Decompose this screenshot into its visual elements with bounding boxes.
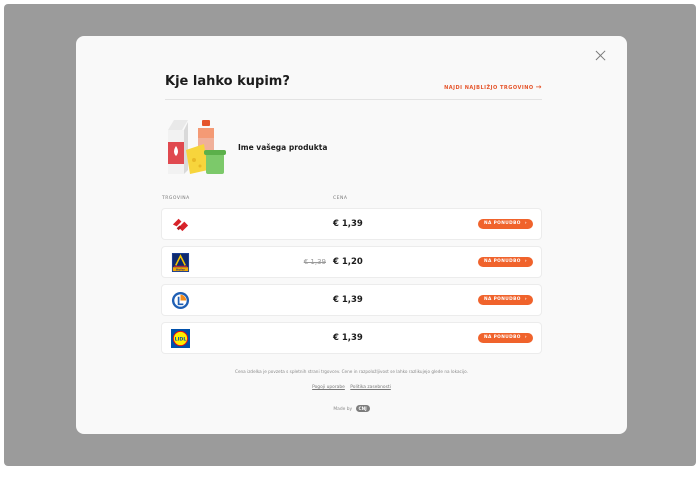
store-price: € 1,39: [333, 219, 363, 229]
offer-button-label: NA PONUDBO: [484, 221, 521, 226]
close-icon[interactable]: [593, 48, 609, 64]
made-by-label: Made by: [333, 407, 353, 412]
modal-header: Kje lahko kupim? NAJDI NAJBLIŽJO TRGOVIN…: [165, 74, 542, 100]
offer-button-label: NA PONUDBO: [484, 297, 521, 302]
lidl-logo: LIDL: [171, 329, 190, 348]
find-nearest-store-label: NAJDI NAJBLIŽJO TRGOVINO: [444, 85, 534, 91]
footer-links: Pogoji uporabe Politika zasebnosti: [76, 385, 627, 390]
leclerc-logo: [171, 291, 190, 310]
cnj-badge[interactable]: CNJ: [355, 405, 370, 412]
arrow-right-icon: →: [535, 83, 542, 91]
store-row-spar: € 1,39 NA PONUDBO ›: [161, 208, 542, 240]
find-nearest-store-link[interactable]: NAJDI NAJBLIŽJO TRGOVINO →: [444, 83, 542, 91]
offer-button-hofer[interactable]: NA PONUDBO ›: [478, 257, 533, 267]
product-illustration: [168, 120, 226, 174]
offer-button-label: NA PONUDBO: [484, 335, 521, 340]
chevron-right-icon: ›: [524, 297, 527, 302]
store-row-lidl: LIDL € 1,39 NA PONUDBO ›: [161, 322, 542, 354]
store-price: € 1,20: [333, 257, 363, 267]
chevron-right-icon: ›: [524, 221, 527, 226]
chevron-right-icon: ›: [524, 259, 527, 264]
hofer-logo: Hofer: [171, 253, 190, 272]
store-row-hofer: Hofer € 1,39 € 1,20 NA PONUDBO ›: [161, 246, 542, 278]
where-to-buy-modal: Kje lahko kupim? NAJDI NAJBLIŽJO TRGOVIN…: [76, 36, 627, 434]
offer-button-lidl[interactable]: NA PONUDBO ›: [478, 333, 533, 343]
store-price: € 1,39: [333, 333, 363, 343]
price-disclaimer: Cena izdelka je povzeta s spletnih stran…: [235, 369, 468, 374]
store-old-price: € 1,39: [303, 258, 326, 266]
offer-button-spar[interactable]: NA PONUDBO ›: [478, 219, 533, 229]
store-row-leclerc: € 1,39 NA PONUDBO ›: [161, 284, 542, 316]
svg-text:LIDL: LIDL: [175, 336, 187, 342]
privacy-link[interactable]: Politika zasebnosti: [350, 385, 391, 390]
product-name: Ime vašega produkta: [238, 143, 328, 152]
made-by: Made by CNJ: [76, 405, 627, 412]
offer-button-label: NA PONUDBO: [484, 259, 521, 264]
svg-text:Hofer: Hofer: [176, 268, 185, 272]
terms-link[interactable]: Pogoji uporabe: [312, 385, 345, 390]
column-header-store: TRGOVINA: [162, 196, 190, 201]
column-header-price: CENA: [333, 196, 348, 201]
modal-title: Kje lahko kupim?: [165, 74, 290, 89]
store-price: € 1,39: [333, 295, 363, 305]
spar-logo: [171, 216, 190, 233]
chevron-right-icon: ›: [524, 335, 527, 340]
product-section: Ime vašega produkta: [164, 114, 464, 184]
offer-button-leclerc[interactable]: NA PONUDBO ›: [478, 295, 533, 305]
